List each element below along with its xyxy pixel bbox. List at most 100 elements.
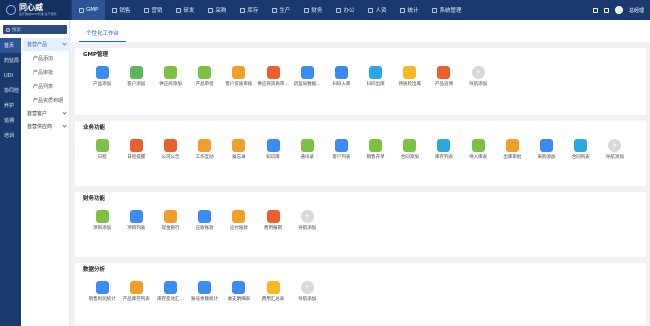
shortcut-doc-check[interactable]: 供应商资质审...	[256, 66, 290, 87]
topnav-item-11[interactable]: 系统管理	[425, 0, 468, 20]
shortcut-chat[interactable]: 工作互动	[188, 139, 222, 160]
shortcut-contract-list[interactable]: 合同列表	[564, 139, 598, 160]
shortcut-balance[interactable]: 账号余额统计	[188, 281, 222, 302]
topnav-item-4[interactable]: 采购	[201, 0, 233, 20]
sidebar-group-label: 首营产品	[27, 42, 48, 48]
shortcut-add[interactable]: + 导航添加	[461, 66, 495, 87]
topnav-item-7[interactable]: 财务	[297, 0, 329, 20]
avatar[interactable]	[614, 6, 623, 14]
sidebar-group-1[interactable]: 首营客户	[23, 107, 70, 120]
shortcut-trace[interactable]: 产品追溯	[427, 66, 461, 87]
shortcut-payable[interactable]: 应付账款	[222, 210, 256, 231]
topnav-item-5[interactable]: 库存	[233, 0, 265, 20]
shortcut-pie-chart[interactable]: 库存变动汇...	[153, 281, 187, 302]
shortcut-outbound[interactable]: 出库审批	[495, 139, 529, 160]
topnav-item-0[interactable]: GMP	[72, 0, 106, 20]
shortcut-purchase[interactable]: 采购添加	[529, 139, 563, 160]
rail-item-5[interactable]: 追溯	[0, 113, 21, 128]
rail-item-1[interactable]: 药监局	[0, 53, 21, 68]
shortcut-scan-out[interactable]: 扫码出库	[359, 66, 393, 87]
shortcut-stock[interactable]: 库存列表	[427, 139, 461, 160]
bar-chart-icon	[95, 281, 109, 294]
user-plus-icon	[129, 66, 143, 79]
shortcut-calendar[interactable]: 日程	[85, 139, 119, 160]
sidebar-rail: 首页 药监局 UDI 协同检 养护 追溯 培训	[0, 38, 21, 326]
sidebar-item-0-1[interactable]: 产品审批	[23, 65, 70, 79]
shortcut-contacts[interactable]: 通讯录	[290, 139, 324, 160]
shortcut-add[interactable]: + 导航添加	[290, 281, 324, 302]
shortcut-box[interactable]: 产品添加	[85, 66, 119, 87]
search-input[interactable]: 搜索	[3, 25, 67, 34]
sidebar-group-2[interactable]: 首营供应商	[23, 120, 70, 133]
shortcut-bar-chart[interactable]: 销售利润统计	[85, 281, 119, 302]
shortcut-stamp[interactable]: 产品审批	[188, 66, 222, 87]
shortcut-stock-chart[interactable]: 产品库存列表	[119, 281, 153, 302]
shortcut-label: 知识库	[266, 155, 280, 160]
shortcut-label: 费用报销	[264, 226, 283, 231]
rail-item-6[interactable]: 培训	[0, 128, 21, 143]
shortcut-expense[interactable]: 费用报销	[256, 210, 290, 231]
shortcut-contract[interactable]: 合同添加	[393, 139, 427, 160]
topnav-item-2[interactable]: 营销	[137, 0, 169, 20]
receivable-icon	[198, 210, 212, 223]
shortcut-layers[interactable]: 项目列表	[119, 210, 153, 231]
shortcut-id-card[interactable]: 客户资质审核	[222, 66, 256, 87]
sidebar-item-0-2[interactable]: 产品列表	[23, 79, 70, 93]
topnav-item-8[interactable]: 办公	[329, 0, 361, 20]
shortcut-label: 扫码出库	[366, 82, 385, 87]
sidebar-group-0[interactable]: 首营产品	[23, 38, 70, 51]
topnav-item-6[interactable]: 生产	[265, 0, 297, 20]
shortcut-inbound[interactable]: 待入库表	[461, 139, 495, 160]
shortcut-cash[interactable]: 现金银行	[153, 210, 187, 231]
inbound-icon	[471, 139, 485, 152]
shortcut-label: 产品追溯	[434, 82, 453, 87]
handshake-icon	[163, 66, 177, 79]
sidebar-item-0-0[interactable]: 产品添加	[23, 51, 70, 65]
shortcut-handshake[interactable]: 供应商添加	[153, 66, 187, 87]
topnav-item-1[interactable]: 销售	[105, 0, 137, 20]
contract-icon	[403, 139, 417, 152]
shortcut-label: 合同列表	[571, 155, 590, 160]
check-box-icon	[403, 66, 417, 79]
megaphone-icon	[163, 139, 177, 152]
shortcut-user-plus[interactable]: 客户添加	[119, 66, 153, 87]
shortcut-memo[interactable]: 备忘录	[222, 139, 256, 160]
shortcut-receivable[interactable]: 应收账款	[188, 210, 222, 231]
sidebar-item-0-3[interactable]: 产品资质到期	[23, 93, 70, 107]
nav-icon	[176, 7, 182, 13]
layers-icon	[129, 210, 143, 223]
balance-icon	[198, 281, 212, 294]
shortcut-project[interactable]: 项目添加	[85, 210, 119, 231]
shortcut-label: 费用汇总表	[261, 297, 285, 302]
topnav-item-9[interactable]: 人资	[361, 0, 393, 20]
sidebar: 搜索 首页 药监局 UDI 协同检 养护 追溯 培训 首营产品产品添加 产品审批 产品列表 产品资…	[0, 20, 70, 326]
doc-check-icon	[266, 66, 280, 79]
rail-item-2[interactable]: UDI	[0, 68, 21, 83]
topnav-item-3[interactable]: 研发	[169, 0, 201, 20]
shortcut-sales[interactable]: 销售开单	[359, 139, 393, 160]
bell-icon[interactable]	[603, 7, 609, 13]
user-name[interactable]: 总经理	[629, 7, 644, 14]
rail-item-0[interactable]: 首页	[0, 38, 21, 53]
rail-item-4[interactable]: 养护	[0, 98, 21, 113]
shortcut-summary[interactable]: 费用汇总表	[256, 281, 290, 302]
shortcut-check-box[interactable]: 待质检出库	[393, 66, 427, 87]
shortcut-label: 现金银行	[161, 226, 180, 231]
shortcut-customer[interactable]: 客户列表	[324, 139, 358, 160]
shortcut-database[interactable]: 药监局数据...	[290, 66, 324, 87]
shortcut-book[interactable]: 知识库	[256, 139, 290, 160]
home-icon[interactable]	[592, 7, 598, 13]
rail-item-3[interactable]: 协同检	[0, 83, 21, 98]
shortcut-megaphone[interactable]: 公司公告	[153, 139, 187, 160]
logo[interactable]: 同心威 医疗器械GMP管理·生产服务	[0, 0, 70, 20]
chevron-down-icon	[62, 123, 67, 128]
shortcut-add[interactable]: + 导航添加	[598, 139, 632, 160]
shortcut-add[interactable]: + 导航添加	[290, 210, 324, 231]
shortcut-line-chart[interactable]: 收支明细表	[222, 281, 256, 302]
topnav-item-10[interactable]: 统计	[393, 0, 425, 20]
nav-icon	[272, 7, 278, 13]
shortcut-scan-in[interactable]: 扫码入库	[324, 66, 358, 87]
shortcut-alarm[interactable]: 日程提醒	[119, 139, 153, 160]
tab-0[interactable]: 个性化工作台	[79, 24, 127, 42]
topnav-label: 研发	[183, 8, 195, 14]
